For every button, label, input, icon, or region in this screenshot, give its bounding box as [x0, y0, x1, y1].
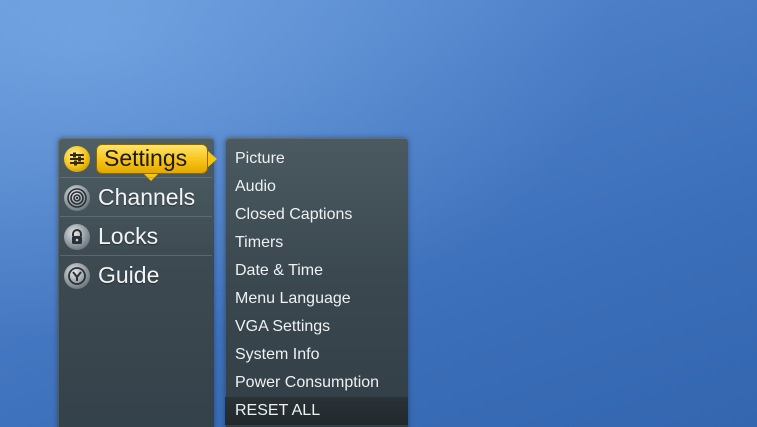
- submenu-label: RESET ALL: [235, 402, 321, 419]
- submenu-label: Picture: [235, 150, 285, 167]
- menu-divider: [60, 177, 212, 178]
- submenu-item-reset-all[interactable]: RESET ALL: [225, 397, 408, 425]
- submenu-item-closed-captions[interactable]: Closed Captions: [225, 201, 408, 229]
- submenu-item-audio[interactable]: Audio: [225, 173, 408, 201]
- menu-divider: [60, 216, 212, 217]
- selected-item-highlight: Settings: [96, 144, 208, 174]
- main-menu-panel: Settings Channels Locks Guide: [58, 138, 217, 427]
- main-menu-item-channels[interactable]: Channels: [58, 179, 214, 217]
- submenu-item-power-consumption[interactable]: Power Consumption: [225, 369, 408, 397]
- submenu-label: Date & Time: [235, 262, 324, 279]
- submenu-item-system-info[interactable]: System Info: [225, 341, 408, 369]
- submenu-label: Closed Captions: [235, 206, 353, 223]
- submenu-item-picture[interactable]: Picture: [225, 145, 408, 173]
- settings-submenu-panel: Picture Audio Closed Captions Timers Dat…: [225, 138, 408, 427]
- submenu-item-timers[interactable]: Timers: [225, 229, 408, 257]
- submenu-item-date-time[interactable]: Date & Time: [225, 257, 408, 285]
- main-menu-label-settings: Settings: [104, 145, 188, 171]
- main-menu-item-locks[interactable]: Locks: [58, 218, 214, 256]
- settings-sliders-icon: [64, 146, 90, 172]
- submenu-label: VGA Settings: [235, 318, 331, 335]
- tv-screen-background: Settings Channels Locks Guide Picture Au…: [0, 0, 757, 427]
- main-menu-item-guide[interactable]: Guide: [58, 257, 214, 295]
- submenu-label: Timers: [235, 234, 284, 251]
- submenu-label: Audio: [235, 178, 276, 195]
- lock-icon: [64, 224, 90, 250]
- main-menu-label-locks: Locks: [98, 223, 159, 249]
- submenu-label: Power Consumption: [235, 374, 380, 391]
- menu-divider: [60, 255, 212, 256]
- main-menu-label-channels: Channels: [98, 184, 196, 210]
- submenu-pointer-arrow-icon: [208, 151, 217, 167]
- submenu-label: System Info: [235, 346, 320, 363]
- submenu-item-vga-settings[interactable]: VGA Settings: [225, 313, 408, 341]
- submenu-item-menu-language[interactable]: Menu Language: [225, 285, 408, 313]
- main-menu-label-guide: Guide: [98, 262, 160, 288]
- guide-icon: [64, 263, 90, 289]
- antenna-signal-icon: [64, 185, 90, 211]
- submenu-label: Menu Language: [235, 290, 351, 307]
- main-menu-item-settings[interactable]: Settings: [58, 140, 217, 181]
